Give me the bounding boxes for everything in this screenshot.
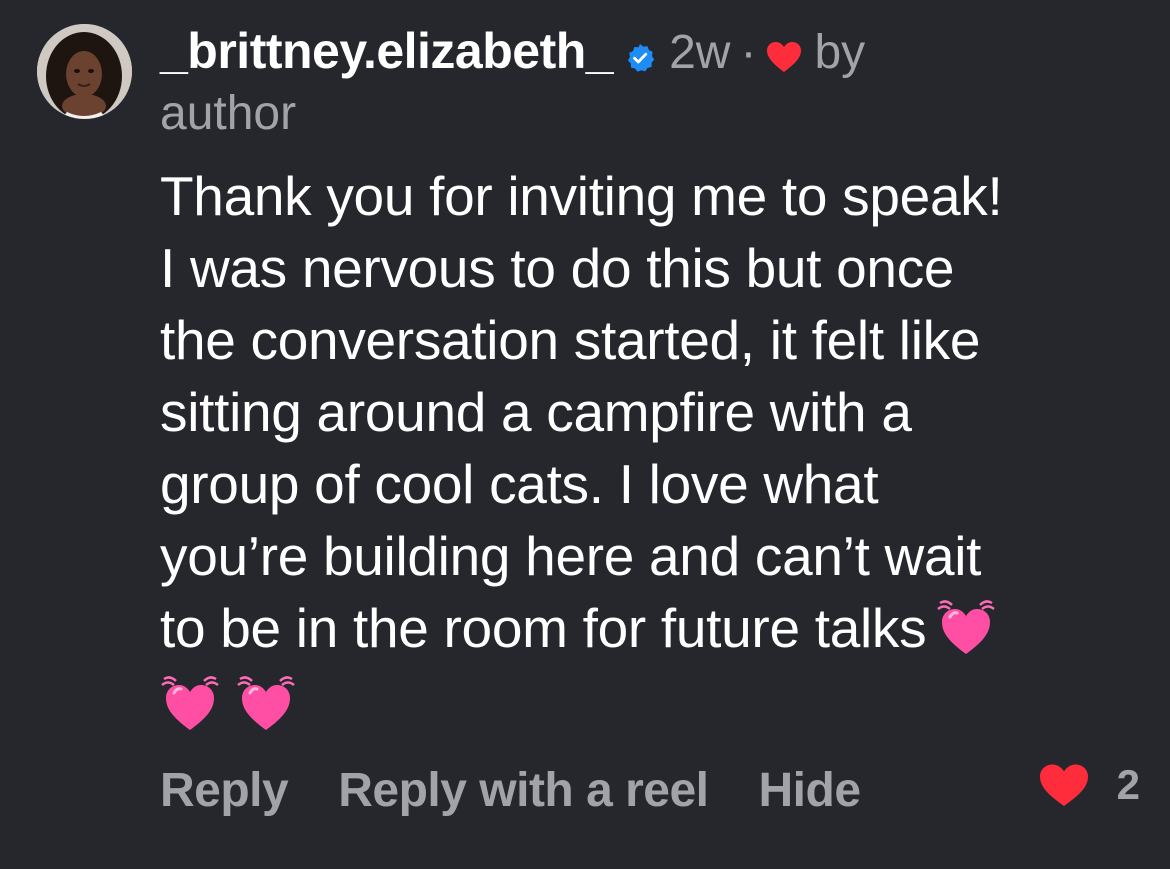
avatar[interactable] (37, 24, 132, 119)
hide-button[interactable]: Hide (759, 763, 862, 818)
like-group: 2 (1039, 761, 1140, 809)
reply-with-reel-button[interactable]: Reply with a reel (338, 763, 709, 818)
heart-icon[interactable] (1039, 763, 1089, 808)
liked-by-author: author (160, 87, 297, 140)
comment-text-line: I was nervous to do this but once (160, 237, 955, 299)
heart-icon (766, 41, 802, 73)
comment-text-line: sitting around a campfire with a (160, 381, 912, 443)
beating-heart-icon (160, 675, 220, 733)
avatar-image (37, 24, 132, 119)
comment-header: _brittney.elizabeth_ 2w · by author (160, 22, 1150, 142)
liked-by-label: by (814, 26, 866, 79)
verified-badge-icon (625, 43, 655, 73)
time-ago: 2w (669, 26, 731, 79)
separator-dot: · (740, 26, 757, 79)
comment-text-line: the conversation started, it felt like (160, 309, 981, 371)
comment-text-line: Thank you for inviting me to speak! (160, 165, 1003, 227)
comment-text-line: to be in the room for future talks (160, 597, 927, 659)
comment-text-line: you’re building here and can’t wait (160, 525, 982, 587)
comment-text-line: group of cool cats. I love what (160, 453, 879, 515)
username[interactable]: _brittney.elizabeth_ (160, 22, 614, 80)
reply-button[interactable]: Reply (160, 763, 289, 818)
beating-heart-icon (936, 599, 996, 657)
comment-actions: Reply Reply with a reel Hide 2 (160, 755, 1140, 825)
like-count: 2 (1116, 761, 1140, 808)
comment-text: Thank you for inviting me to speak! I wa… (160, 160, 1135, 740)
beating-heart-icon (236, 675, 296, 733)
comment: _brittney.elizabeth_ 2w · by author Than… (0, 0, 1170, 869)
